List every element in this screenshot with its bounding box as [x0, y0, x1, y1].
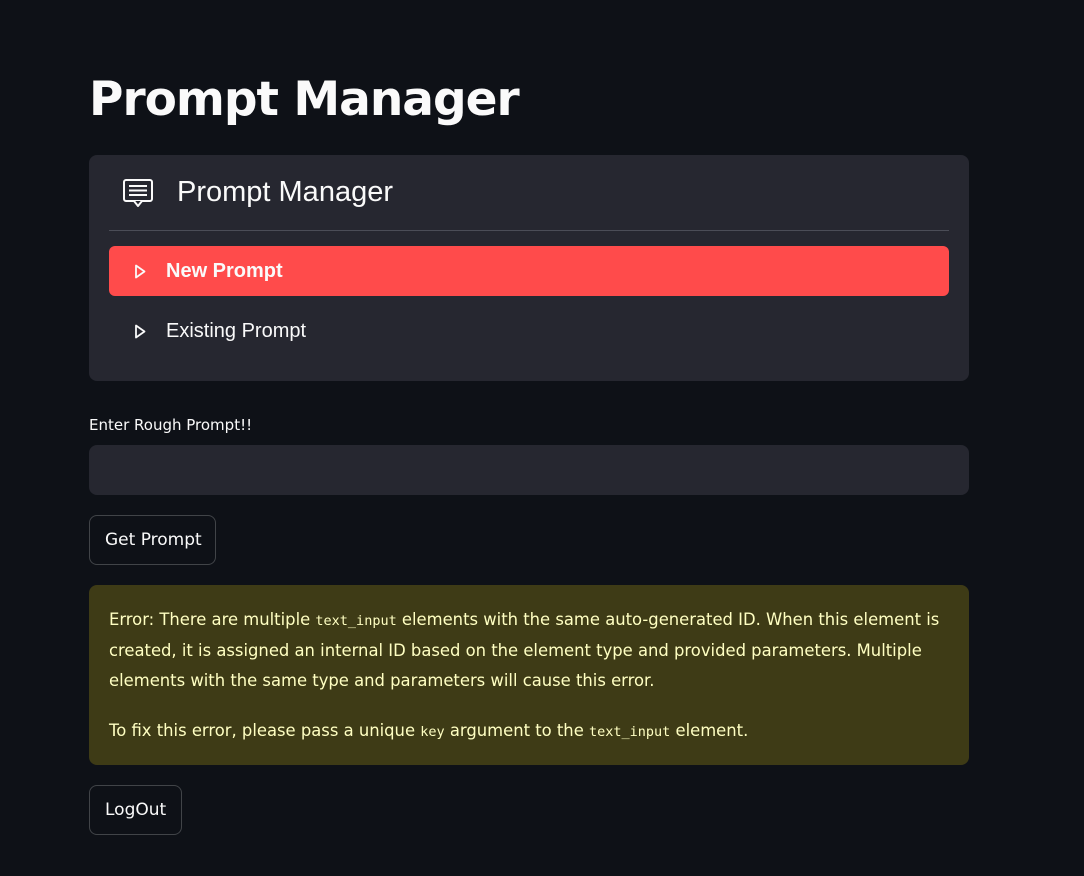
menu-item-existing-prompt[interactable]: Existing Prompt [109, 306, 949, 356]
chat-lines-icon [121, 176, 155, 210]
error-fix-hint: To fix this error, please pass a unique … [109, 721, 749, 740]
page-title: Prompt Manager [89, 72, 520, 127]
app-page: Prompt Manager Prompt Manager New Prompt… [0, 0, 1084, 876]
menu-item-label: New Prompt [166, 259, 283, 282]
error-message: Error: There are multiple text_input ele… [109, 610, 940, 690]
option-menu: Prompt Manager New Prompt Existing Promp… [89, 155, 969, 381]
error-alert: Error: There are multiple text_input ele… [89, 585, 969, 765]
menu-item-new-prompt[interactable]: New Prompt [109, 246, 949, 296]
menu-item-label: Existing Prompt [166, 319, 307, 342]
rough-prompt-label: Enter Rough Prompt!! [89, 416, 253, 434]
get-prompt-button[interactable]: Get Prompt [89, 515, 216, 565]
caret-right-icon [133, 263, 147, 279]
inline-code: text_input [589, 724, 671, 740]
menu-title: Prompt Manager [177, 176, 393, 208]
caret-right-icon [133, 323, 147, 339]
inline-code: key [420, 724, 445, 740]
logout-button[interactable]: LogOut [89, 785, 182, 835]
rough-prompt-input[interactable] [89, 445, 969, 495]
inline-code: text_input [315, 613, 397, 629]
menu-header: Prompt Manager [109, 155, 949, 231]
